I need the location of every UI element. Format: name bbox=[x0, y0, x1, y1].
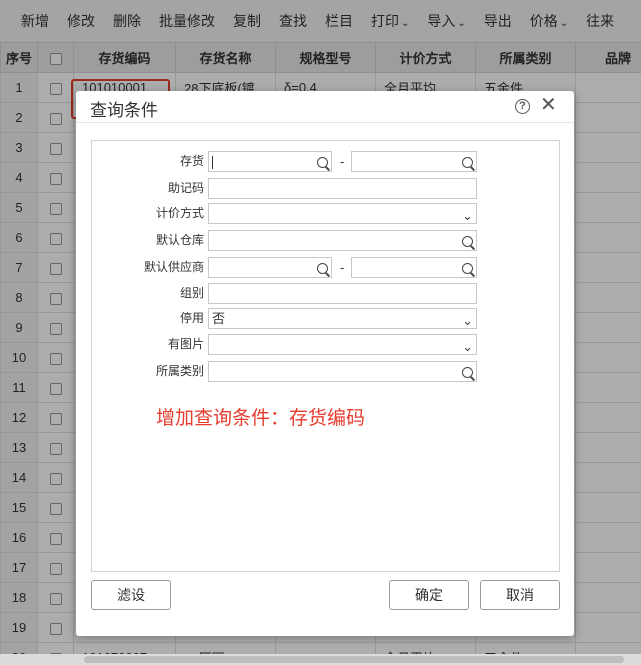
chevron-down-icon: ⌄ bbox=[462, 208, 473, 223]
warehouse-label: 默认仓库 bbox=[155, 233, 204, 247]
chevron-down-icon: ⌄ bbox=[462, 339, 473, 354]
pricing-label: 计价方式 bbox=[155, 206, 204, 220]
warehouse-input[interactable] bbox=[208, 230, 477, 251]
close-icon[interactable]: ✕ bbox=[540, 95, 557, 115]
inventory-label: 存货 bbox=[179, 154, 204, 168]
range-dash: - bbox=[340, 154, 345, 169]
supplier-from-input[interactable] bbox=[208, 257, 332, 278]
pricing-select[interactable]: ⌄ bbox=[208, 203, 477, 224]
has-image-label: 有图片 bbox=[167, 337, 204, 351]
search-icon[interactable] bbox=[317, 154, 328, 173]
horizontal-scrollbar[interactable] bbox=[0, 654, 641, 665]
confirm-button[interactable]: 确定 bbox=[389, 580, 469, 610]
search-icon[interactable] bbox=[462, 364, 473, 383]
group-input[interactable] bbox=[208, 283, 477, 304]
supplier-to-input[interactable] bbox=[351, 257, 477, 278]
supplier-label: 默认供应商 bbox=[143, 260, 204, 274]
title-divider bbox=[76, 122, 574, 123]
help-icon[interactable]: ? bbox=[515, 99, 530, 114]
inventory-to-input[interactable] bbox=[351, 151, 477, 172]
dialog-title: 查询条件 bbox=[90, 101, 158, 120]
range-dash: - bbox=[340, 260, 345, 275]
category-label: 所属类别 bbox=[155, 364, 204, 378]
search-icon[interactable] bbox=[462, 233, 473, 252]
inventory-from-input[interactable] bbox=[208, 151, 332, 172]
annotation-note: 增加查询条件：存货编码 bbox=[156, 408, 366, 429]
conditions-panel: 存货 - 助记码 计价方式 ⌄ 默认仓库 默认供应商 - 组别 停用 否 ⌄ 有… bbox=[91, 140, 560, 572]
query-conditions-dialog: 查询条件 ? ✕ 存货 - 助记码 计价方式 ⌄ 默认仓库 默认供应商 - 组别… bbox=[76, 91, 574, 636]
chevron-down-icon: ⌄ bbox=[462, 313, 473, 328]
disabled-label: 停用 bbox=[179, 311, 204, 325]
mnemonic-input[interactable] bbox=[208, 178, 477, 199]
text-cursor bbox=[212, 156, 213, 170]
has-image-select[interactable]: ⌄ bbox=[208, 334, 477, 355]
filter-settings-button[interactable]: 滤设 bbox=[91, 580, 171, 610]
scrollbar-thumb[interactable] bbox=[84, 656, 624, 663]
group-label: 组别 bbox=[179, 286, 204, 300]
mnemonic-label: 助记码 bbox=[167, 181, 204, 195]
cancel-button[interactable]: 取消 bbox=[480, 580, 560, 610]
disabled-select[interactable]: 否 ⌄ bbox=[208, 308, 477, 329]
disabled-value: 否 bbox=[212, 311, 226, 326]
search-icon[interactable] bbox=[462, 154, 473, 173]
search-icon[interactable] bbox=[317, 260, 328, 279]
search-icon[interactable] bbox=[462, 260, 473, 279]
category-input[interactable] bbox=[208, 361, 477, 382]
